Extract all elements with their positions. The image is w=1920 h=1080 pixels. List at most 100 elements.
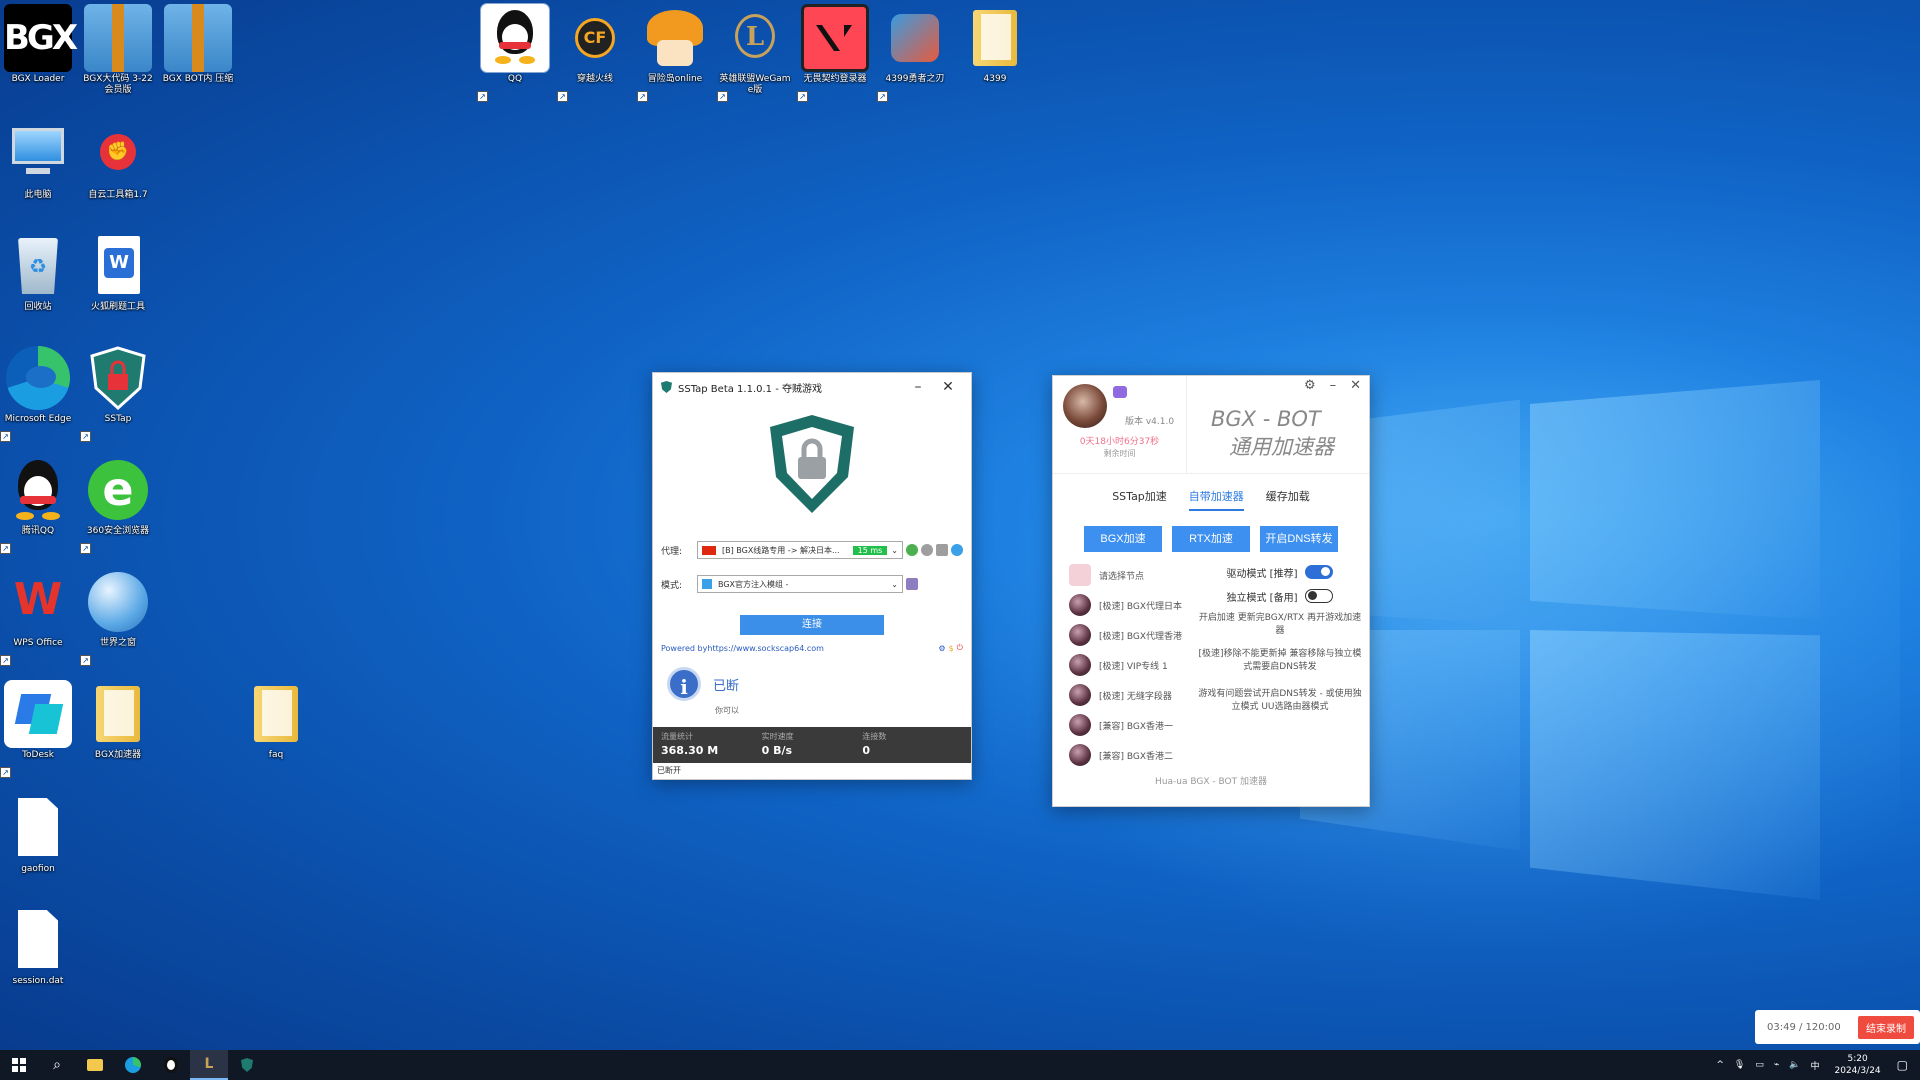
desktop-icon-lol[interactable]: L ↗ 英雄联盟WeGame版: [717, 2, 793, 102]
list-item[interactable]: [极速] BGX代理日本: [1069, 590, 1191, 620]
add-icon[interactable]: [906, 544, 918, 556]
desktop-icon-world-window[interactable]: ↗ 世界之窗: [80, 566, 156, 666]
settings-gear-icon[interactable]: ⚙: [938, 644, 945, 653]
options-panel: 驱动模式 [推荐] 独立模式 [备用] 开启加速 更新完BGX/RTX 再开游戏…: [1191, 560, 1369, 770]
desktop-icon-qq-top[interactable]: ↗ QQ: [477, 2, 553, 102]
desktop-icon-this-pc[interactable]: 此电脑: [0, 118, 76, 218]
desktop-icon-bgx-zip2[interactable]: BGX BOT内 压缩: [160, 2, 236, 102]
tab-cache[interactable]: 缓存加载: [1258, 488, 1318, 504]
gear-icon[interactable]: ⚙: [1304, 378, 1316, 393]
rtx-accelerate-button[interactable]: RTX加速: [1172, 526, 1250, 552]
network-icon[interactable]: ⌁: [1774, 1060, 1779, 1070]
start-button[interactable]: [0, 1050, 38, 1080]
proxy-select[interactable]: [B] BGX线路专用 -> 解决日本... 15 ms ⌄: [697, 541, 903, 559]
desktop-icon-bgx-loader[interactable]: BGX BGX Loader: [0, 2, 78, 102]
shortcut-arrow-icon: ↗: [80, 655, 91, 666]
desktop-icon-toolbox[interactable]: ✊ 自云工具箱1.7: [80, 118, 156, 218]
recording-time: 03:49 / 120:00: [1767, 1021, 1841, 1033]
shield-small-icon: [661, 381, 672, 393]
clock[interactable]: 5:20 2024/3/24: [1835, 1053, 1881, 1077]
tab-sstap[interactable]: SSTap加速: [1104, 488, 1175, 504]
sstap-titlebar[interactable]: SSTap Beta 1.1.0.1 - 夺贼游戏 – ✕: [653, 373, 971, 401]
close-button[interactable]: ✕: [1350, 378, 1361, 393]
connect-button[interactable]: 连接: [740, 615, 884, 635]
file-explorer-icon[interactable]: [76, 1050, 114, 1080]
desktop-icon-valorant[interactable]: ↗ 无畏契约登录器: [797, 2, 873, 102]
stop-recording-button[interactable]: 结束录制: [1858, 1015, 1914, 1039]
desktop-icon-wps[interactable]: W ↗ WPS Office: [0, 566, 76, 666]
mode-row: 模式: BGX官方注入模组 - ⌄: [653, 575, 971, 593]
toolbox-icon: ✊: [84, 120, 152, 188]
lightning-icon[interactable]: [951, 544, 963, 556]
dollar-icon[interactable]: $: [949, 644, 954, 653]
desktop-icon-sstap[interactable]: ↗ SSTap: [80, 342, 156, 442]
league-icon: L: [721, 4, 789, 72]
qq-taskbar-icon[interactable]: [152, 1050, 190, 1080]
desktop-icon-bgx-zip[interactable]: BGX大代码 3-22 会员版: [80, 2, 156, 102]
shortcut-arrow-icon: ↗: [80, 543, 91, 554]
desktop-icon-maplestory[interactable]: ↗ 冒险岛online: [637, 2, 713, 102]
mode-select[interactable]: BGX官方注入模组 - ⌄: [697, 575, 903, 593]
mode-value: BGX官方注入模组 -: [718, 579, 789, 589]
wps-office-icon: W: [13, 574, 63, 625]
search-icon[interactable]: ⌕: [38, 1050, 76, 1080]
desktop-icon-4399-game[interactable]: ↗ 4399勇者之刃: [877, 2, 953, 102]
minimize-button[interactable]: –: [1330, 378, 1337, 393]
dns-forward-button[interactable]: 开启DNS转发: [1260, 526, 1338, 552]
folder-icon: [242, 680, 310, 748]
desktop-icon-recycle-bin[interactable]: ♻ 回收站: [0, 230, 76, 330]
list-item[interactable]: 请选择节点: [1069, 560, 1191, 590]
window-title: SSTap Beta 1.1.0.1 - 夺贼游戏: [678, 383, 822, 395]
list-item[interactable]: [极速] VIP专线 1: [1069, 650, 1191, 680]
bgx-body: 请选择节点 [极速] BGX代理日本 [极速] BGX代理香港 [极速] VIP…: [1053, 560, 1369, 770]
flag-icon: [702, 545, 716, 555]
remove-icon[interactable]: [921, 544, 933, 556]
desktop-icon-crossfire[interactable]: CF ↗ 穿越火线: [557, 2, 633, 102]
word-document-icon: W: [84, 232, 152, 300]
file-icon: [4, 794, 72, 862]
powered-link[interactable]: https://www.sockscap64.com: [707, 644, 824, 653]
ime-icon[interactable]: 中: [1810, 1059, 1819, 1072]
sstap-taskbar-icon[interactable]: [228, 1050, 266, 1080]
desktop-icon-qq[interactable]: ↗ 腾讯QQ: [0, 454, 76, 554]
notification-icon[interactable]: ▢: [1897, 1058, 1908, 1072]
close-button[interactable]: ✕: [933, 379, 963, 395]
list-item[interactable]: [兼容] BGX香港二: [1069, 740, 1191, 770]
chevron-up-icon[interactable]: ^: [1716, 1060, 1724, 1070]
edit-icon[interactable]: [936, 544, 948, 556]
list-item[interactable]: [极速] BGX代理香港: [1069, 620, 1191, 650]
shortcut-arrow-icon: ↗: [0, 431, 11, 442]
desktop-icon-edge[interactable]: ↗ Microsoft Edge: [0, 342, 76, 442]
bgx-accelerate-button[interactable]: BGX加速: [1084, 526, 1162, 552]
desktop-icon-session[interactable]: session.dat: [0, 904, 76, 1004]
crossfire-icon: CF: [561, 4, 629, 72]
lol-taskbar-icon[interactable]: L: [190, 1050, 228, 1080]
driver-mode-toggle[interactable]: [1305, 565, 1334, 579]
standalone-mode-toggle[interactable]: [1305, 589, 1334, 603]
power-icon[interactable]: ⏻: [957, 643, 963, 653]
avatar: [1063, 384, 1107, 428]
desktop-icon-bgx-folder[interactable]: BGX加速器: [80, 678, 156, 778]
list-item[interactable]: [兼容] BGX香港一: [1069, 710, 1191, 740]
sstap-window[interactable]: SSTap Beta 1.1.0.1 - 夺贼游戏 – ✕ 代理: [B] BG…: [652, 372, 972, 780]
shortcut-arrow-icon: ↗: [0, 655, 11, 666]
zip-archive-icon: [84, 4, 152, 72]
volume-icon[interactable]: 🔈: [1789, 1060, 1800, 1070]
bgx-bot-window[interactable]: 版本 v4.1.0 0天18小时6分37秒 剩余时间 ⚙ – ✕ BGX - B…: [1052, 375, 1370, 807]
tab-builtin[interactable]: 自带加速器: [1181, 488, 1252, 511]
desktop-icon-gaofion[interactable]: gaofion: [0, 792, 76, 892]
action-buttons: BGX加速 RTX加速 开启DNS转发: [1053, 526, 1369, 552]
edge-browser-icon: [4, 344, 72, 412]
microphone-icon[interactable]: 🎙: [1734, 1060, 1745, 1070]
shortcut-arrow-icon: ↗: [877, 91, 888, 102]
desktop-icon-todesk[interactable]: ↗ ToDesk: [0, 678, 76, 778]
desktop-icon-360-browser[interactable]: e ↗ 360安全浏览器: [80, 454, 156, 554]
list-item[interactable]: [极速] 无缝字段器: [1069, 680, 1191, 710]
desktop-icon-folder[interactable]: faq: [238, 678, 314, 778]
minimize-button[interactable]: –: [903, 379, 933, 395]
edge-taskbar-icon[interactable]: [114, 1050, 152, 1080]
desktop-icon-4399-folder[interactable]: 4399: [957, 2, 1033, 102]
mode-settings-icon[interactable]: [906, 578, 918, 590]
desktop-icon-word-doc[interactable]: W 火狐刷题工具: [80, 230, 156, 330]
display-icon[interactable]: ▭: [1755, 1060, 1764, 1070]
